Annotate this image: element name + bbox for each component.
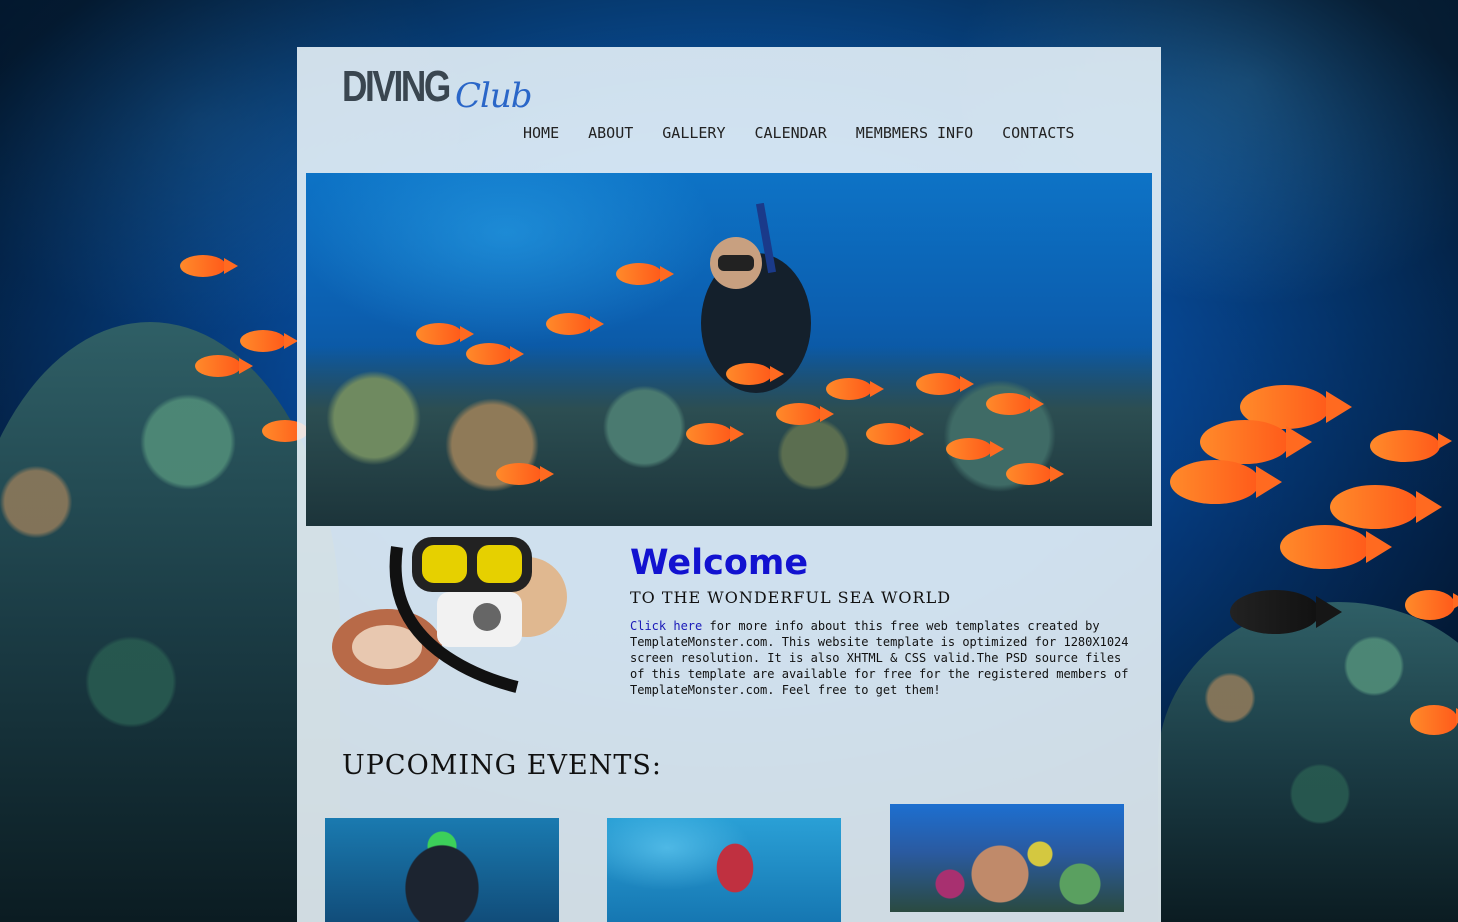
upcoming-events-heading: UPCOMING EVENTS: (342, 750, 662, 781)
coral-reef-left (0, 322, 340, 922)
fish (1200, 420, 1312, 464)
fish (1006, 463, 1064, 485)
fish (546, 313, 604, 335)
fish (1170, 460, 1282, 504)
fish (1280, 525, 1392, 569)
nav-gallery[interactable]: GALLERY (662, 124, 725, 142)
fish (826, 378, 884, 400)
event-image-swimmer[interactable] (607, 818, 841, 922)
nav-home[interactable]: HOME (523, 124, 559, 142)
main-nav: HOME ABOUT GALLERY CALENDAR MEMBMERS INF… (523, 124, 1103, 142)
fish (180, 255, 238, 277)
fish (466, 343, 524, 365)
main-panel: DIVING Club HOME ABOUT GALLERY CALENDAR … (297, 47, 1161, 922)
logo-text-sub: Club (455, 76, 533, 116)
fish (686, 423, 744, 445)
fish (726, 363, 784, 385)
coral-reef-right (1158, 602, 1458, 922)
welcome-body-text: for more info about this free web templa… (630, 619, 1129, 697)
event-image-diver[interactable] (325, 818, 559, 922)
fish (776, 403, 834, 425)
snorkel-mask-image (332, 537, 567, 693)
fish (1230, 590, 1342, 634)
welcome-subtitle: TO THE WONDERFUL SEA WORLD (630, 588, 952, 607)
fish (1330, 485, 1442, 529)
fish (1370, 430, 1452, 462)
fish (416, 323, 474, 345)
nav-contacts[interactable]: CONTACTS (1002, 124, 1074, 142)
welcome-text: Click here for more info about this free… (630, 618, 1140, 698)
click-here-link[interactable]: Click here (630, 619, 702, 633)
hero-image (306, 173, 1152, 526)
nav-about[interactable]: ABOUT (588, 124, 633, 142)
fish (866, 423, 924, 445)
event-image-reef[interactable] (890, 804, 1124, 912)
fish (1410, 705, 1458, 735)
logo-text-main: DIVING (342, 62, 451, 111)
welcome-title: Welcome (630, 543, 809, 583)
fish (916, 373, 974, 395)
fish (986, 393, 1044, 415)
fish (195, 355, 253, 377)
fish (1405, 590, 1458, 620)
fish (616, 263, 674, 285)
nav-members-info[interactable]: MEMBMERS INFO (856, 124, 973, 142)
fish (240, 330, 298, 352)
nav-calendar[interactable]: CALENDAR (755, 124, 827, 142)
fish (946, 438, 1004, 460)
fish (496, 463, 554, 485)
